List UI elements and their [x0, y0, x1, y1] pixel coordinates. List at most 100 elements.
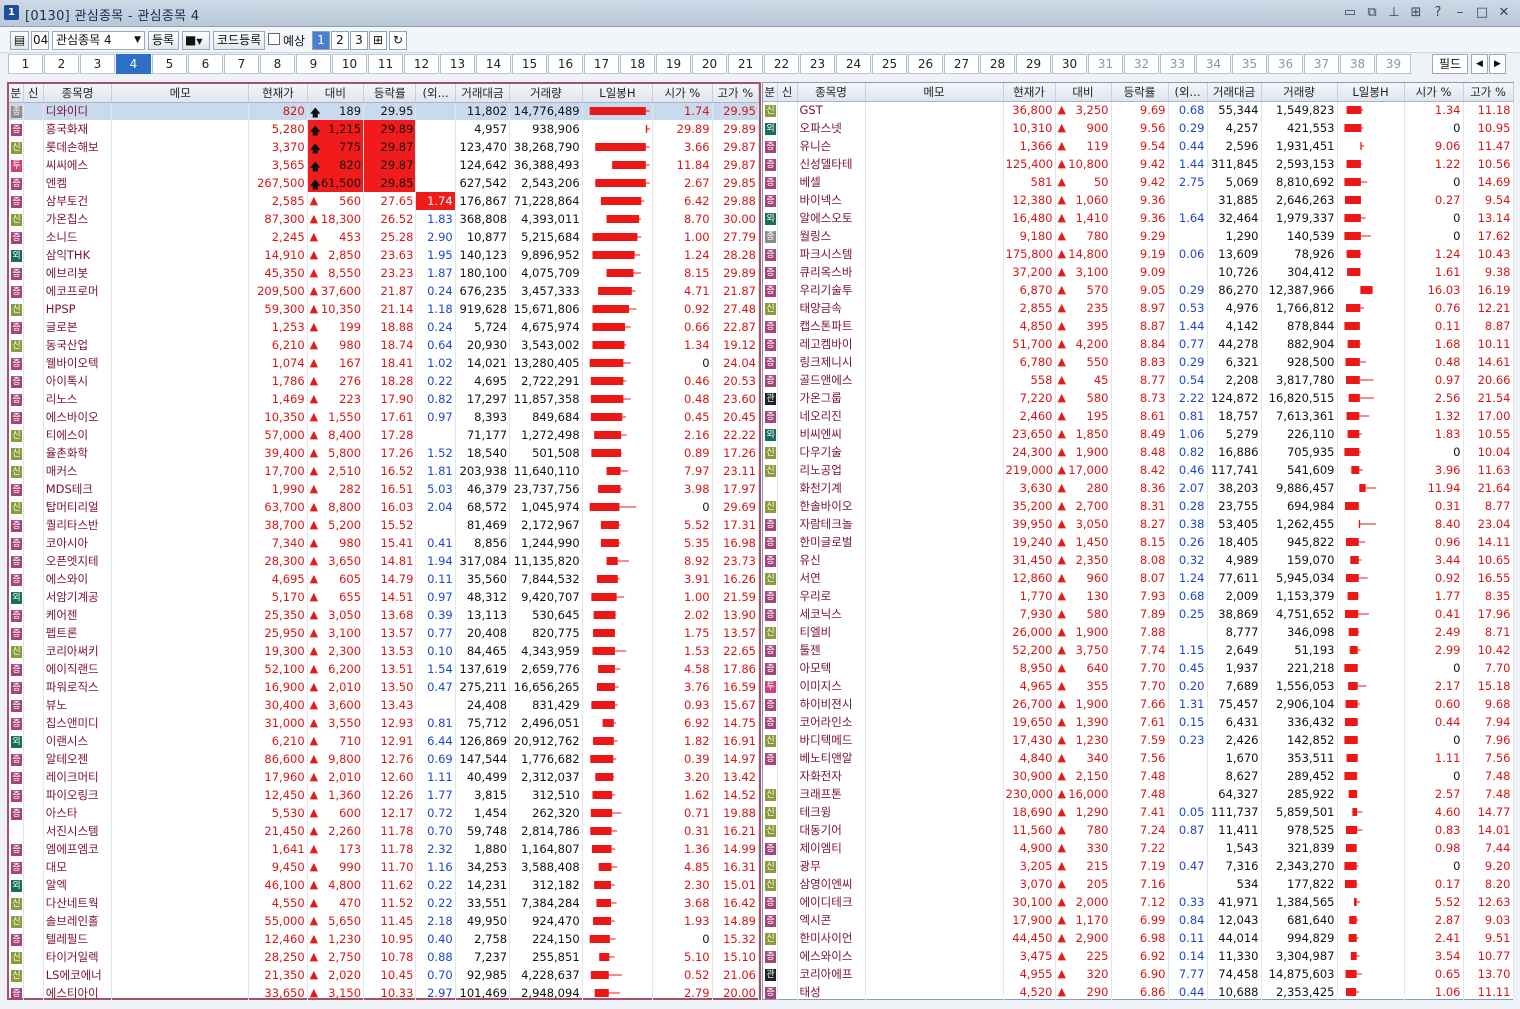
table-row[interactable]: 증 MDS테크 1,990 ▲ 282 16.51 5.03 46,379 23,737,756…	[9, 480, 760, 498]
memo-cell[interactable]	[111, 480, 250, 498]
memo-cell[interactable]	[111, 354, 250, 372]
memo-cell[interactable]	[865, 569, 1004, 587]
group-select[interactable]: 관심종목 4 ▼	[52, 31, 145, 50]
memo-cell[interactable]	[865, 641, 1004, 659]
memo-cell[interactable]	[111, 624, 250, 642]
table-row[interactable]: 증 세코닉스 7,930 ▲ 580 7.89 0.25 38,869 4,751,652 0.4…	[763, 605, 1514, 623]
table-row[interactable]: 증 에스바이오 10,350 ▲ 1,550 17.61 0.97 8,393 849,684 0…	[9, 408, 760, 426]
table-row[interactable]: 증 레고켐바이 51,700 ▲ 4,200 8.84 0.77 44,278 882,904 1…	[763, 335, 1514, 353]
tab-39[interactable]: 39	[1376, 54, 1411, 74]
stock-name[interactable]: 세코닉스	[797, 605, 866, 623]
memo-cell[interactable]	[111, 336, 250, 354]
register-button[interactable]: 등록	[148, 31, 179, 50]
table-row[interactable]: 증 아이톡시 1,786 ▲ 276 18.28 0.22 4,695 2,722,291 0.4…	[9, 372, 760, 390]
column-header[interactable]: 현재가	[248, 84, 308, 103]
memo-cell[interactable]	[111, 822, 250, 840]
tab-36[interactable]: 36	[1268, 54, 1303, 74]
stock-name[interactable]: 흥국화재	[43, 120, 113, 138]
column-header[interactable]: 시가 %	[1404, 83, 1464, 102]
stock-name[interactable]: 우리로	[797, 587, 866, 605]
table-row[interactable]: 신 광무 3,205 ▲ 215 7.19 0.47 7,316 2,343,270 0 9.20	[763, 857, 1514, 875]
table-row[interactable]: 증 대모 9,450 ▲ 990 11.70 1.16 34,253 3,588,408 4.85…	[9, 858, 760, 876]
tab-31[interactable]: 31	[1088, 54, 1123, 74]
tab-3[interactable]: 3	[80, 54, 115, 74]
memo-cell[interactable]	[865, 983, 1004, 1001]
table-row[interactable]: 증 큐리옥스바 37,200 ▲ 3,100 9.09 10,726 304,412 1.61 9…	[763, 263, 1514, 281]
tab-12[interactable]: 12	[404, 54, 439, 74]
memo-cell[interactable]	[865, 893, 1004, 911]
memo-cell[interactable]	[865, 587, 1004, 605]
page-1-button[interactable]: 1	[312, 31, 330, 50]
table-row[interactable]: 외 서암기계공 5,170 ▲ 655 14.51 0.97 48,312 9,420,707 1…	[9, 588, 760, 606]
table-row[interactable]: 증 소니드 2,245 ▲ 453 25.28 2.90 10,877 5,215,684 1.0…	[9, 228, 760, 246]
stock-name[interactable]: 화천기계	[797, 479, 866, 497]
memo-cell[interactable]	[111, 264, 250, 282]
memo-cell[interactable]	[111, 588, 250, 606]
stock-name[interactable]: 유신	[797, 551, 866, 569]
memo-cell[interactable]	[111, 246, 250, 264]
table-row[interactable]: 증 오픈엣지테 28,300 ▲ 3,650 14.81 1.94 317,084 11,135…	[9, 552, 760, 570]
table-row[interactable]: 증 우리기술투 6,870 ▲ 570 9.05 0.29 86,270 12,387,966 1…	[763, 281, 1514, 299]
table-row[interactable]: 외 비씨엔씨 23,650 ▲ 1,850 8.49 1.06 5,279 226,110 1.8…	[763, 425, 1514, 443]
stock-name[interactable]: 파이오링크	[43, 786, 113, 804]
stock-name[interactable]: MDS테크	[43, 480, 113, 498]
table-row[interactable]: 증 펩트론 25,950 ▲ 3,100 13.57 0.77 20,408 820,775 1.…	[9, 624, 760, 642]
stock-name[interactable]: 에코프로머	[43, 282, 113, 300]
memo-cell[interactable]	[111, 120, 250, 138]
table-row[interactable]: 증 레이크머티 17,960 ▲ 2,010 12.60 1.11 40,499 2,312,0…	[9, 768, 760, 786]
stock-name[interactable]: 글로본	[43, 318, 113, 336]
tab-10[interactable]: 10	[332, 54, 367, 74]
memo-cell[interactable]	[865, 101, 1004, 119]
table-row[interactable]: 신 롯데손해보 3,370 🡅 775 29.87 123,470 38,268,790 3.6…	[9, 138, 760, 156]
stock-name[interactable]: 케어젠	[43, 606, 113, 624]
field-button[interactable]: 필드	[1432, 54, 1468, 74]
table-row[interactable]: 외 알엑 46,100 ▲ 4,800 11.62 0.22 14,231 312,182 2.3…	[9, 876, 760, 894]
column-header[interactable]: 거래대금	[1207, 83, 1262, 102]
stock-name[interactable]: 에이디테크	[797, 893, 866, 911]
tab-4[interactable]: 4	[116, 54, 151, 74]
memo-cell[interactable]	[865, 533, 1004, 551]
column-header[interactable]: 메모	[111, 84, 250, 103]
memo-cell[interactable]	[865, 281, 1004, 299]
stock-name[interactable]: 씨씨에스	[43, 156, 113, 174]
memo-cell[interactable]	[865, 767, 1004, 785]
stock-name[interactable]: 에이직랜드	[43, 660, 113, 678]
stock-name[interactable]: 율촌화학	[43, 444, 113, 462]
stock-name[interactable]: 하이비젼시	[797, 695, 866, 713]
memo-cell[interactable]	[111, 786, 250, 804]
stock-name[interactable]: 뷰노	[43, 696, 113, 714]
table-row[interactable]: 증 코어라인소 19,650 ▲ 1,390 7.61 0.15 6,431 336,432 0.…	[763, 713, 1514, 731]
table-row[interactable]: 증 한미글로벌 19,240 ▲ 1,450 8.15 0.26 18,405 945,822 0…	[763, 533, 1514, 551]
memo-cell[interactable]	[111, 408, 250, 426]
table-row[interactable]: 증 하이비젼시 26,700 ▲ 1,900 7.66 1.31 75,457 2,906,10…	[763, 695, 1514, 713]
memo-cell[interactable]	[111, 840, 250, 858]
memo-cell[interactable]	[865, 425, 1004, 443]
memo-cell[interactable]	[865, 227, 1004, 245]
column-header[interactable]: 거래대금	[455, 84, 511, 103]
stock-name[interactable]: 삼부토건	[43, 192, 113, 210]
memo-cell[interactable]	[865, 947, 1004, 965]
memo-cell[interactable]	[111, 876, 250, 894]
column-header[interactable]: 메모	[865, 83, 1004, 102]
tab-17[interactable]: 17	[584, 54, 619, 74]
stock-name[interactable]: 다산네트웍	[43, 894, 113, 912]
table-row[interactable]: 신 GST 36,800 ▲ 3,250 9.69 0.68 55,344 1,549,823 1…	[763, 101, 1514, 119]
memo-cell[interactable]	[111, 390, 250, 408]
stock-name[interactable]: 서연	[797, 569, 866, 587]
tab-9[interactable]: 9	[296, 54, 331, 74]
table-row[interactable]: 증 에이디테크 30,100 ▲ 2,000 7.12 0.33 41,971 1,384,56…	[763, 893, 1514, 911]
memo-cell[interactable]	[111, 804, 250, 822]
stock-name[interactable]: 툴젠	[797, 641, 866, 659]
table-row[interactable]: 증 칩스앤미디 31,000 ▲ 3,550 12.93 0.81 75,712 2,496,0…	[9, 714, 760, 732]
memo-cell[interactable]	[865, 677, 1004, 695]
table-row[interactable]: 증 글로본 1,253 ▲ 199 18.88 0.24 5,724 4,675,974 0.66…	[9, 318, 760, 336]
table-row[interactable]: 화천기계 3,630 ▲ 280 8.36 2.07 38,203 9,886,457 11.9…	[763, 479, 1514, 497]
table-row[interactable]: 증 에스와이 4,695 ▲ 605 14.79 0.11 35,560 7,844,532 3.…	[9, 570, 760, 588]
stock-name[interactable]: 리노공업	[797, 461, 866, 479]
column-header[interactable]: 분	[9, 84, 24, 103]
table-row[interactable]: 외 알에스오토 16,480 ▲ 1,410 9.36 1.64 32,464 1,979,33…	[763, 209, 1514, 227]
memo-cell[interactable]	[865, 461, 1004, 479]
stock-name[interactable]: 롯데손해보	[43, 138, 113, 156]
stock-name[interactable]: 대동기어	[797, 821, 866, 839]
stock-name[interactable]: 디와이디	[43, 102, 113, 120]
